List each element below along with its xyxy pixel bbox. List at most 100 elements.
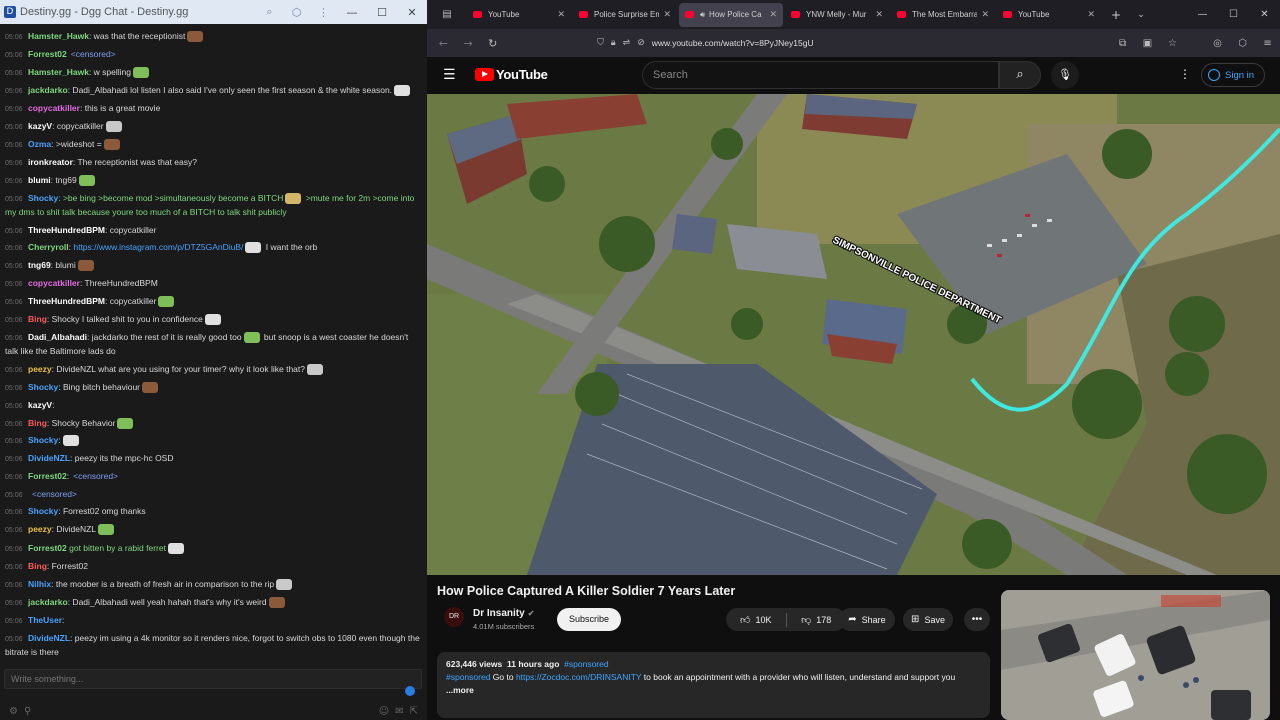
close-button[interactable]: ✕ — [1249, 9, 1280, 20]
hamburger-menu-icon[interactable]: ☰ — [443, 67, 456, 83]
chat-username[interactable]: DivideNZL — [28, 453, 70, 463]
app-menu-icon[interactable]: ≡ — [1255, 38, 1280, 49]
chat-username[interactable]: TheUser — [28, 615, 62, 625]
chat-username[interactable]: Shocky — [28, 382, 58, 392]
sponsor-link[interactable]: https://Zocdoc.com/DRINSANITY — [516, 672, 642, 682]
chat-username[interactable]: Forrest02 — [28, 543, 67, 553]
chat-username[interactable]: blumi — [28, 175, 51, 185]
emote-image[interactable] — [268, 597, 285, 609]
emote-icon[interactable]: ☺ — [379, 706, 389, 717]
emote-image[interactable] — [133, 67, 150, 79]
users-icon[interactable]: ⚲ — [24, 706, 31, 717]
close-tab-icon[interactable]: ✕ — [557, 10, 565, 20]
minimize-button[interactable]: — — [1187, 9, 1218, 20]
bookmark-star-icon[interactable]: ☆ — [1160, 38, 1185, 49]
chat-username[interactable]: ironkreator — [28, 157, 73, 167]
new-tab-button[interactable]: + — [1103, 8, 1129, 22]
back-icon[interactable]: ← — [431, 37, 456, 50]
emote-image[interactable] — [78, 175, 95, 187]
whisper-icon[interactable]: ✉ — [395, 706, 403, 717]
chat-username[interactable]: peezy — [28, 524, 52, 534]
picture-in-picture-icon[interactable]: ⧉ — [1110, 38, 1135, 49]
chat-username[interactable]: Shocky — [28, 435, 58, 445]
chat-message-list[interactable]: 05:06 Hamster_Hawk: was that the receptio… — [0, 27, 427, 667]
emote-image[interactable] — [77, 260, 94, 272]
chat-username[interactable]: kazyV — [28, 400, 52, 410]
forward-icon[interactable]: → — [456, 37, 481, 50]
video-player[interactable]: SIMPSONVILLE POLICE DEPARTMENT — [427, 94, 1280, 575]
reload-icon[interactable]: ↻ — [480, 37, 505, 50]
close-button[interactable]: ✕ — [397, 6, 427, 19]
close-tab-icon[interactable]: ✕ — [769, 10, 777, 20]
tab-overview-icon[interactable]: ▤ — [427, 9, 467, 20]
chat-username[interactable]: Bing — [28, 418, 47, 428]
emote-image[interactable] — [285, 193, 302, 205]
save-button[interactable]: ⊞ Save — [903, 608, 953, 631]
chat-username[interactable]: Bing — [28, 314, 47, 324]
emote-image[interactable] — [142, 382, 158, 394]
description-box[interactable]: 623,446 views 11 hours ago #sponsored #s… — [437, 652, 990, 718]
chat-username[interactable]: Hamster_Hawk — [28, 67, 89, 77]
close-tab-icon[interactable]: ✕ — [981, 10, 989, 20]
send-indicator-icon[interactable] — [405, 686, 415, 696]
browser-tab[interactable]: YNW Melly - Mur ✕ — [785, 3, 889, 27]
emote-image[interactable] — [62, 435, 79, 447]
shield-icon[interactable]: ⛉ — [597, 38, 604, 48]
browser-tab[interactable]: YouTube ✕ — [467, 3, 571, 27]
emote-image[interactable] — [187, 31, 204, 43]
emote-image[interactable] — [98, 524, 115, 536]
permissions-icon[interactable]: ⇌ — [623, 38, 631, 48]
emote-image[interactable] — [245, 242, 262, 254]
youtube-logo[interactable]: YouTube — [475, 67, 548, 82]
voice-search-button[interactable]: 🎙︎ — [1051, 61, 1079, 89]
chat-username[interactable]: jackdarko — [28, 597, 68, 607]
emote-image[interactable] — [204, 314, 221, 326]
settings-icon[interactable]: ⚙ — [9, 706, 18, 717]
more-actions-button[interactable]: ••• — [964, 608, 990, 631]
minimize-button[interactable]: — — [337, 6, 367, 19]
lock-icon[interactable]: 🔒︎ — [611, 38, 616, 48]
chat-username[interactable]: Nilhix — [28, 579, 51, 589]
hashtag-link[interactable]: #sponsored — [564, 659, 608, 669]
emote-image[interactable] — [243, 332, 260, 344]
chat-username[interactable]: Cherryroll — [28, 242, 69, 252]
browser-tab[interactable]: 🔊︎ How Police Ca ✕ — [679, 2, 783, 27]
browser-tab[interactable]: Police Surprise Em ✕ — [573, 3, 677, 27]
chat-username[interactable]: jackdarko — [28, 85, 68, 95]
menu-kebab-icon[interactable]: ⋮ — [310, 6, 337, 19]
chat-username[interactable]: peezy — [28, 364, 52, 374]
chat-username[interactable]: Shocky — [28, 506, 58, 516]
chat-username[interactable]: Forrest02 — [28, 471, 67, 481]
camera-blocked-icon[interactable]: ⊘ — [637, 38, 645, 48]
chat-username[interactable]: kazyV — [28, 121, 52, 131]
list-tabs-button[interactable]: ⌄ — [1129, 10, 1153, 20]
chat-username[interactable]: ThreeHundredBPM — [28, 225, 105, 235]
show-more-link[interactable]: ...more — [446, 684, 981, 697]
chat-username[interactable]: ThreeHundredBPM — [28, 296, 105, 306]
chat-username[interactable]: copycatkiller — [28, 278, 80, 288]
emote-image[interactable] — [117, 418, 134, 430]
url-text[interactable]: www.youtube.com/watch?v=8PyJNey15gU — [652, 38, 814, 48]
search-button[interactable]: ⌕ — [999, 61, 1041, 89]
emote-image[interactable] — [158, 296, 175, 308]
channel-avatar[interactable]: DR — [444, 607, 464, 627]
hashtag-link[interactable]: #sponsored — [446, 672, 490, 682]
chat-username[interactable]: Dadi_Albahadi — [28, 332, 87, 342]
chat-input[interactable] — [4, 669, 422, 689]
extensions-icon[interactable]: ⬡ — [1230, 38, 1255, 49]
close-tab-icon[interactable]: ✕ — [875, 10, 883, 20]
url-bar[interactable]: ⛉ 🔒︎ ⇌ ⊘ www.youtube.com/watch?v=8PyJNey… — [597, 32, 1110, 54]
emote-image[interactable] — [167, 543, 184, 555]
browser-tab[interactable]: YouTube ✕ — [997, 3, 1101, 27]
chat-username[interactable]: tng69 — [28, 260, 51, 270]
dislike-button[interactable]: 👎︎ 178 — [786, 614, 846, 626]
channel-name-link[interactable]: Dr Insanity ✔ — [473, 608, 534, 619]
related-video-thumbnail[interactable] — [1001, 590, 1270, 720]
chat-username[interactable]: DivideNZL — [28, 633, 70, 643]
emote-image[interactable] — [103, 139, 120, 151]
extension-icon[interactable]: ⬡ — [283, 6, 310, 19]
chat-username[interactable]: Shocky — [28, 193, 58, 203]
settings-kebab-icon[interactable]: ⋮ — [1179, 67, 1191, 81]
emote-image[interactable] — [276, 579, 293, 591]
popout-icon[interactable]: ⇱ — [410, 706, 418, 717]
